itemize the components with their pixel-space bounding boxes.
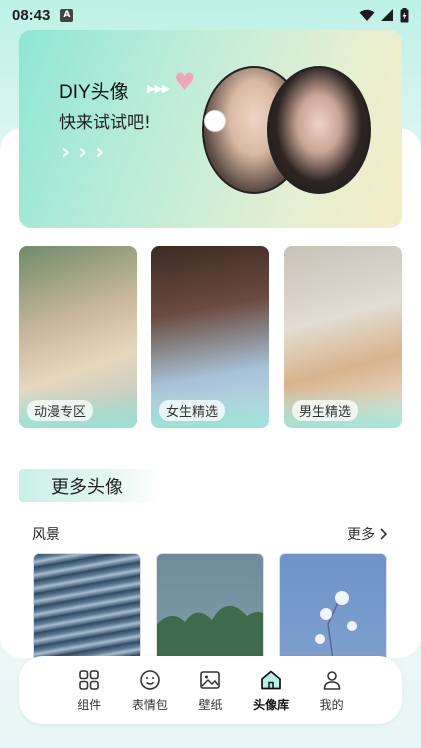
image-icon: [200, 670, 221, 689]
nav-item-widgets[interactable]: 组件: [61, 668, 117, 713]
category-label: 女生精选: [159, 400, 226, 421]
category-label: 动漫专区: [27, 400, 94, 421]
nav-label: 表情包: [131, 697, 168, 712]
category-girls[interactable]: 女生精选: [151, 246, 269, 428]
category-boys[interactable]: 男生精选: [284, 246, 402, 428]
grid-icon: [79, 669, 100, 690]
diy-avatar-banner[interactable]: DIY头像 ▶▶▶ 快来试试吧! › › › ♥: [19, 30, 402, 228]
chevron-right-icon: [380, 528, 388, 540]
banner-subtitle: 快来试试吧!: [59, 113, 151, 133]
status-time: 08:43: [12, 6, 51, 24]
nav-label: 组件: [77, 697, 102, 712]
battery-icon: [400, 7, 409, 22]
more-label: 更多: [347, 527, 375, 543]
play-arrows-icon: ▶▶▶: [147, 82, 170, 95]
wifi-icon: [359, 9, 375, 21]
signal-icon: [381, 8, 393, 21]
bottom-nav: 组件 表情包 壁纸 头像库 我的: [19, 656, 402, 724]
nav-label: 壁纸: [198, 697, 223, 712]
nav-item-avatar-library[interactable]: 头像库: [243, 668, 299, 713]
banner-title: DIY头像: [59, 82, 129, 103]
section-title: 更多头像: [19, 469, 159, 502]
more-link[interactable]: 更多: [347, 524, 388, 544]
nav-item-stickers[interactable]: 表情包: [122, 668, 178, 713]
nav-item-profile[interactable]: 我的: [304, 668, 360, 713]
nav-label: 我的: [319, 697, 344, 712]
app-notification-icon: A: [60, 8, 74, 22]
scenery-thumbnail[interactable]: [156, 553, 264, 673]
category-label: 男生精选: [292, 400, 359, 421]
category-anime[interactable]: 动漫专区: [19, 246, 137, 428]
banner-avatar-image-2: [267, 66, 371, 194]
status-bar: 08:43 A: [0, 0, 421, 30]
user-icon: [323, 670, 340, 690]
chevron-right-icon: › › ›: [61, 140, 105, 165]
bunny-sticker-icon: [204, 110, 226, 132]
status-indicators: [359, 7, 409, 23]
scenery-thumbnail[interactable]: [279, 553, 387, 673]
row-title: 风景: [32, 527, 60, 543]
scenery-thumbnail[interactable]: [33, 553, 141, 673]
nav-label: 头像库: [253, 697, 290, 712]
nav-item-wallpaper[interactable]: 壁纸: [182, 668, 238, 713]
smiley-icon: [140, 669, 160, 690]
home-icon: [261, 670, 281, 689]
heart-icon: ♥: [174, 68, 196, 96]
